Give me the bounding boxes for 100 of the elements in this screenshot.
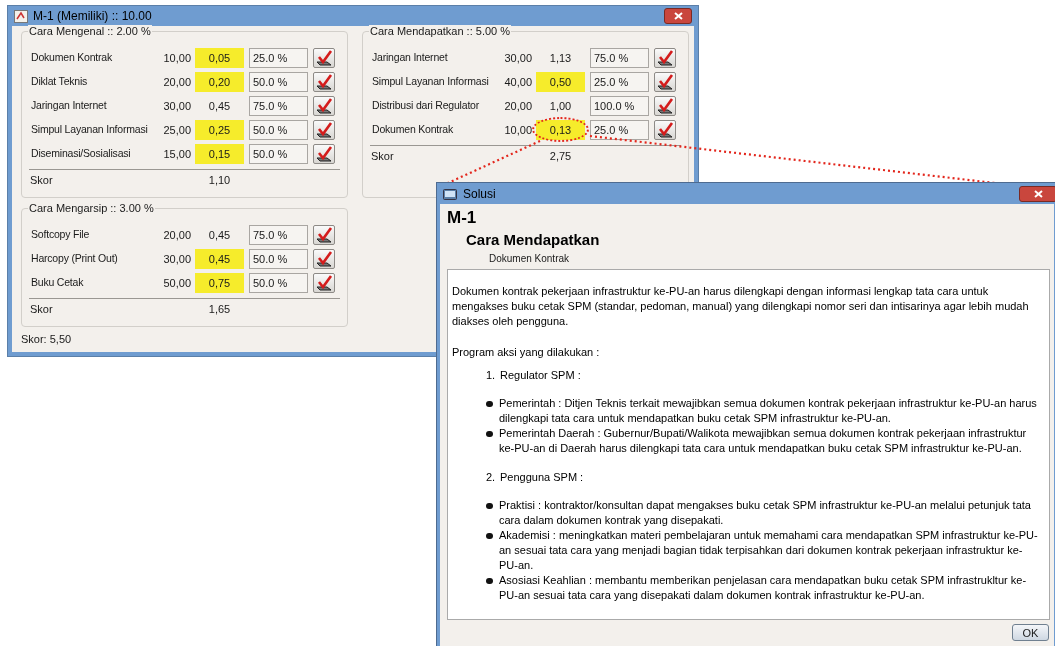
bullet-text: Praktisi : kontraktor/konsultan dapat mengakses buku cetak SPM infrastruktur ke-PU-an melalui petunjuk tata cara dalam dokumen kontrak yang disepakati.	[499, 498, 1032, 528]
dialog-subtitle: Cara Mendapatkan	[466, 230, 601, 250]
checkmark-icon	[656, 122, 674, 138]
checkmark-icon	[315, 146, 333, 162]
close-icon	[673, 12, 683, 20]
score-value: 0,05	[195, 48, 244, 68]
bullet-icon	[486, 401, 493, 407]
score-label: Skor	[371, 149, 395, 165]
row-label: Diseminasi/Sosialisasi	[30, 146, 132, 162]
bullet-icon	[486, 503, 493, 509]
percent-field[interactable]: 25.0 %	[590, 72, 649, 92]
group-title: Cara Mengenal :: 2.00 %	[28, 25, 152, 38]
percent-field[interactable]: 75.0 %	[249, 225, 308, 245]
list-number: 2.	[486, 470, 497, 485]
bullet-text: Pemerintah : Ditjen Teknis terkait mewajibkan semua dokumen kontrak pekerjaan infrastruktur ke-PU-an harus dilengkapi tata cara untuk mendapatkan buku cetak SPM infrastruktur ke-PU-an.	[499, 396, 1038, 426]
weight-value: 30,00	[503, 50, 532, 66]
checkmark-icon	[656, 98, 674, 114]
percent-field[interactable]: 50.0 %	[249, 120, 308, 140]
item-name: Dokumen Kontrak	[489, 252, 571, 266]
score-value: 0,50	[536, 72, 585, 92]
paragraph: Program aksi yang dilakukan :	[452, 345, 601, 360]
close-button[interactable]	[664, 8, 692, 24]
score-total: 1,65	[207, 302, 232, 318]
edit-button[interactable]	[313, 72, 335, 92]
score-value: 0,45	[195, 249, 244, 269]
close-button[interactable]	[1019, 185, 1055, 202]
percent-field[interactable]: 50.0 %	[249, 273, 308, 293]
ok-button[interactable]: OK	[1012, 624, 1049, 641]
weight-value: 50,00	[162, 275, 191, 291]
checkmark-icon	[656, 74, 674, 90]
checkmark-icon	[315, 74, 333, 90]
percent-field[interactable]: 50.0 %	[249, 72, 308, 92]
edit-button[interactable]	[313, 144, 335, 164]
bullet-text: Akademisi : meningkatkan materi pembelajaran untuk memahami cara mendapatkan SPM infrastruktur ke-PU-an sesuai tata cara yang menjadi bagian tidak terpisahkan dari dokumen kontrak pekerjaan infrastruktur ke-PU-an.	[499, 528, 1039, 573]
window-title: Solusi	[463, 185, 496, 203]
percent-field[interactable]: 50.0 %	[249, 249, 308, 269]
score-label: Skor	[30, 302, 54, 318]
group-title: Cara Mendapatkan :: 5.00 %	[369, 25, 512, 38]
row-label: Simpul Layanan Informasi	[371, 74, 490, 90]
row-label: Softcopy File	[30, 227, 91, 243]
checkmark-icon	[315, 275, 333, 291]
score-value: 0,75	[195, 273, 244, 293]
edit-button[interactable]	[313, 225, 335, 245]
weight-value: 20,00	[503, 98, 532, 114]
row-label: Jaringan Internet	[371, 50, 449, 66]
checkmark-icon	[315, 50, 333, 66]
percent-field[interactable]: 25.0 %	[590, 120, 649, 140]
edit-button[interactable]	[313, 96, 335, 116]
score-value: 1,00	[548, 98, 573, 114]
percent-field[interactable]: 25.0 %	[249, 48, 308, 68]
weight-value: 25,00	[162, 122, 191, 138]
percent-field[interactable]: 75.0 %	[590, 48, 649, 68]
app-icon	[443, 187, 457, 200]
row-label: Harcopy (Print Out)	[30, 251, 119, 267]
edit-button[interactable]	[654, 48, 676, 68]
bullet-icon	[486, 533, 493, 539]
list-number: 1.	[486, 368, 497, 383]
checkmark-icon	[315, 251, 333, 267]
score-value: 1,13	[548, 50, 573, 66]
edit-button[interactable]	[313, 249, 335, 269]
row-label: Jaringan Internet	[30, 98, 108, 114]
weight-value: 10,00	[162, 50, 191, 66]
score-label: Skor	[30, 173, 54, 189]
bullet-icon	[486, 578, 493, 584]
bullet-text: Pemerintah Daerah : Gubernur/Bupati/Walikota mewajibkan semua dokumen kontrak pekerjaan infrastruktur ke-PU-an di Daerah harus dilengkapi tata cara untuk mendapatkan buku cetak SPM infrastruktur ke-PU-an.	[499, 426, 1028, 456]
score-value: 0,25	[195, 120, 244, 140]
score-value: 0,45	[207, 98, 232, 114]
weight-value: 10,00	[503, 122, 532, 138]
score-value: 0,15	[195, 144, 244, 164]
bullet-text: Asosiasi Keahlian : membantu memberikan penjelasan cara mendapatkan buku cetak SPM infrastrukltur ke-PU-an sesuai tata cara yang disepakati dalam dokumen kontrak infrastruktur ke-PU-an.	[499, 573, 1028, 603]
row-label: Dokumen Kontrak	[371, 122, 455, 138]
edit-button[interactable]	[313, 120, 335, 140]
checkmark-icon	[656, 50, 674, 66]
edit-button[interactable]	[654, 120, 676, 140]
weight-value: 30,00	[162, 98, 191, 114]
section-title: Pengguna SPM :	[500, 470, 584, 485]
score-value: 0,20	[195, 72, 244, 92]
app-icon	[14, 9, 28, 23]
checkmark-icon	[315, 98, 333, 114]
edit-button[interactable]	[313, 273, 335, 293]
row-label: Simpul Layanan Informasi	[30, 122, 149, 138]
edit-button[interactable]	[654, 72, 676, 92]
percent-field[interactable]: 75.0 %	[249, 96, 308, 116]
score-total: 2,75	[548, 149, 573, 165]
percent-field[interactable]: 50.0 %	[249, 144, 308, 164]
weight-value: 15,00	[162, 146, 191, 162]
section-title: Regulator SPM :	[500, 368, 581, 383]
edit-button[interactable]	[654, 96, 676, 116]
percent-field[interactable]: 100.0 %	[590, 96, 649, 116]
checkmark-icon	[315, 122, 333, 138]
row-label: Dokumen Kontrak	[30, 50, 114, 66]
checkmark-icon	[315, 227, 333, 243]
row-label: Distribusi dari Regulator	[371, 98, 481, 114]
total-score: Skor: 5,50	[21, 331, 73, 347]
weight-value: 40,00	[503, 74, 532, 90]
weight-value: 30,00	[162, 251, 191, 267]
paragraph: Dokumen kontrak pekerjaan infrastruktur ke-PU-an harus dilengkapi dengan informasi lengkap tata cara untuk mengakses buku cetak SPM (standar, pedoman, manual) yang dilengkapi nomor seri dan intisarinya agar lebih mudah diakses oleh pengguna.	[452, 284, 1030, 329]
edit-button[interactable]	[313, 48, 335, 68]
weight-value: 20,00	[162, 227, 191, 243]
row-label: Buku Cetak	[30, 275, 85, 291]
